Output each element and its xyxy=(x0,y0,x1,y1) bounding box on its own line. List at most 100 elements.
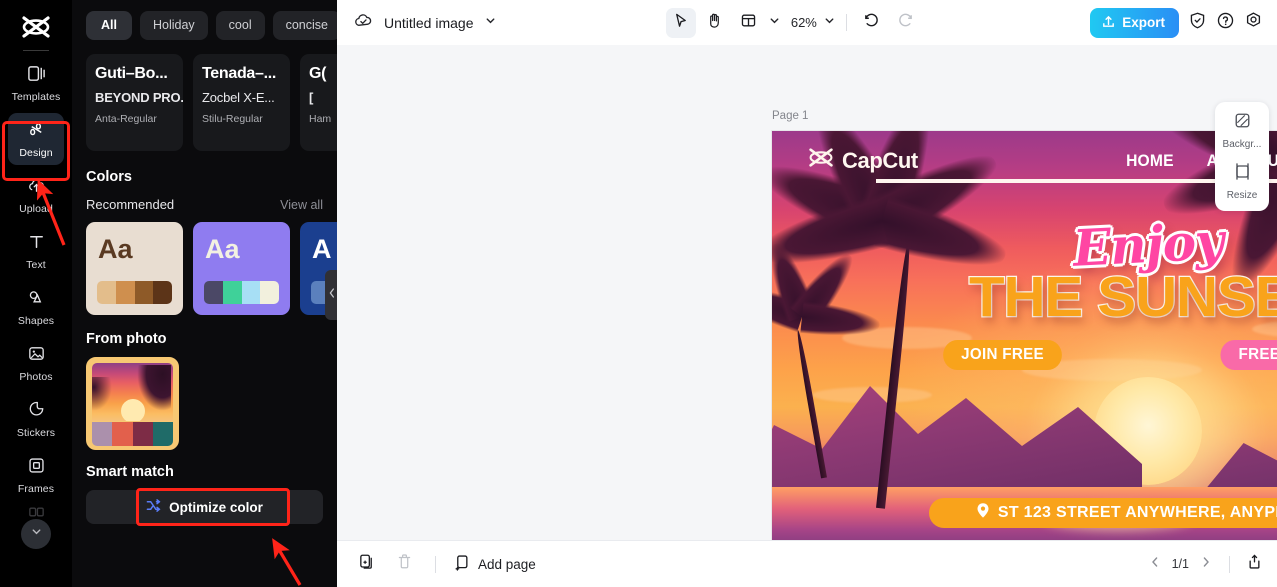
optimize-color-wrap: Optimize color xyxy=(86,488,323,526)
shapes-icon xyxy=(27,288,46,312)
partial-sidebar-icon xyxy=(27,505,46,523)
layout-tool-button[interactable] xyxy=(734,8,764,38)
banner-cta-join-free: JOIN FREE xyxy=(943,340,1063,370)
photo-thumbnail xyxy=(92,363,173,421)
toolbar-right-group: Export xyxy=(1090,7,1263,38)
design-panel: All Holiday cool concise Guti–Bo... BEYO… xyxy=(72,0,337,587)
banner-logo: CapCut xyxy=(808,147,918,174)
chevron-down-icon[interactable] xyxy=(823,14,836,32)
from-photo-label: From photo xyxy=(86,331,167,347)
sidebar-item-label: Shapes xyxy=(17,314,55,327)
sidebar-item-templates[interactable]: Templates xyxy=(8,57,64,109)
export-upload-icon xyxy=(1101,14,1116,32)
font-card-line2: BEYOND PRO... xyxy=(95,90,183,105)
sidebar-item-design[interactable]: Design xyxy=(8,113,64,165)
banner-headline: THE SUNSET xyxy=(968,265,1277,329)
document-title[interactable]: Untitled image xyxy=(384,15,474,31)
recommended-label: Recommended xyxy=(86,197,175,212)
cursor-icon xyxy=(672,12,689,34)
smart-match-label: Smart match xyxy=(86,464,174,480)
duplicate-page-button[interactable] xyxy=(353,551,379,577)
add-page-icon xyxy=(454,554,471,574)
view-all-link[interactable]: View all xyxy=(280,198,323,212)
font-card-line1: G( xyxy=(309,65,327,82)
hand-icon xyxy=(706,12,723,34)
toolbar-center-group: 62% xyxy=(665,7,921,38)
banner-nav-home: HOME xyxy=(1125,150,1174,170)
font-card-line2: Zocbel X-E... xyxy=(202,90,275,105)
help-icon[interactable] xyxy=(1216,11,1235,35)
text-icon xyxy=(27,232,46,256)
undo-button[interactable] xyxy=(857,8,887,38)
sidebar-item-photos[interactable]: Photos xyxy=(8,337,64,389)
frames-icon xyxy=(27,456,46,480)
redo-button[interactable] xyxy=(891,8,921,38)
banner-navbar: CapCut HOME ABOUT US CONTACT US xyxy=(772,145,1277,176)
banner-cta-free-drink: FREE DRINK xyxy=(1220,340,1277,370)
sidebar-item-shapes[interactable]: Shapes xyxy=(8,281,64,333)
font-card-row: Guti–Bo... BEYOND PRO... Anta-Regular Te… xyxy=(72,40,337,151)
colors-section-title: Colors xyxy=(86,169,132,185)
chip-cool[interactable]: cool xyxy=(215,11,265,40)
color-card[interactable]: Aa xyxy=(193,222,290,315)
chip-holiday[interactable]: Holiday xyxy=(139,11,208,40)
chevron-right-icon[interactable] xyxy=(1199,555,1213,574)
sidebar-item-label: Photos xyxy=(19,370,53,383)
page-count: 1/1 xyxy=(1171,557,1189,571)
sidebar-item-stickers[interactable]: Stickers xyxy=(8,393,64,445)
zoom-level-value[interactable]: 62% xyxy=(785,15,819,30)
settings-icon[interactable] xyxy=(1244,11,1263,35)
resize-tool-button[interactable]: Resize xyxy=(1215,162,1269,201)
chip-concise[interactable]: concise xyxy=(272,11,337,40)
select-tool-button[interactable] xyxy=(665,7,696,38)
upload-icon xyxy=(27,176,46,200)
bottombar-divider xyxy=(1229,555,1230,573)
sidebar-item-frames[interactable]: Frames xyxy=(8,449,64,501)
color-card-row: Aa Aa A xyxy=(72,212,337,315)
photo-swatches xyxy=(92,422,173,446)
resize-tool-label: Resize xyxy=(1226,190,1258,201)
sidebar-item-label: Text xyxy=(26,258,46,271)
layout-icon xyxy=(740,12,757,34)
chip-all[interactable]: All xyxy=(86,11,132,40)
canvas-area[interactable]: Page 1 CapCut HOME Enjoy THE SUNS JOIN F… xyxy=(337,45,1277,540)
design-icon xyxy=(27,120,46,144)
chevron-down-icon[interactable] xyxy=(768,14,781,32)
export-button[interactable]: Export xyxy=(1090,7,1179,38)
font-card-line3: Ham xyxy=(309,113,332,125)
capcut-logo-icon[interactable] xyxy=(16,10,56,44)
photos-icon xyxy=(27,344,46,368)
chevron-left-icon xyxy=(328,286,336,304)
sidebar-item-text[interactable]: Text xyxy=(8,225,64,277)
sidebar-expand-button[interactable] xyxy=(21,519,51,549)
banner-address-bar: ST 123 STREET ANYWHERE, ANYPLACE xyxy=(929,498,1277,528)
export-label: Export xyxy=(1122,15,1165,30)
panel-collapse-handle[interactable] xyxy=(325,270,337,320)
cloud-saved-icon[interactable] xyxy=(353,10,374,36)
sidebar-item-label: Frames xyxy=(17,482,55,495)
shield-icon[interactable] xyxy=(1188,11,1207,35)
from-photo-card[interactable] xyxy=(86,357,179,450)
hand-tool-button[interactable] xyxy=(700,8,730,38)
design-artboard[interactable]: CapCut HOME ABOUT US CONTACT US Enjoy TH… xyxy=(772,131,1277,540)
optimize-color-button[interactable]: Optimize color xyxy=(86,490,323,524)
background-tool-button[interactable]: Backgr... xyxy=(1215,111,1269,150)
bottombar-divider xyxy=(435,555,436,573)
font-card[interactable]: G( [ Ham xyxy=(300,54,337,151)
delete-page-button[interactable] xyxy=(391,551,417,577)
font-card[interactable]: Tenada–... Zocbel X-E... Stilu-Regular xyxy=(193,54,290,151)
color-card[interactable]: Aa xyxy=(86,222,183,315)
sidebar-item-label: Design xyxy=(19,146,53,159)
sidebar-item-label: Stickers xyxy=(16,426,56,439)
add-page-button[interactable]: Add page xyxy=(454,554,536,574)
font-card-line3: Stilu-Regular xyxy=(202,113,263,125)
upload-box-icon[interactable] xyxy=(1246,553,1263,575)
main-area: Untitled image 62% Export Page 1 CapCut … xyxy=(337,0,1277,587)
chevron-left-icon[interactable] xyxy=(1148,555,1162,574)
location-pin-icon xyxy=(976,502,990,524)
add-page-label: Add page xyxy=(478,556,536,572)
font-card[interactable]: Guti–Bo... BEYOND PRO... Anta-Regular xyxy=(86,54,183,151)
sidebar-item-upload[interactable]: Upload xyxy=(8,169,64,221)
undo-icon xyxy=(863,12,880,34)
chevron-down-icon[interactable] xyxy=(484,14,497,32)
